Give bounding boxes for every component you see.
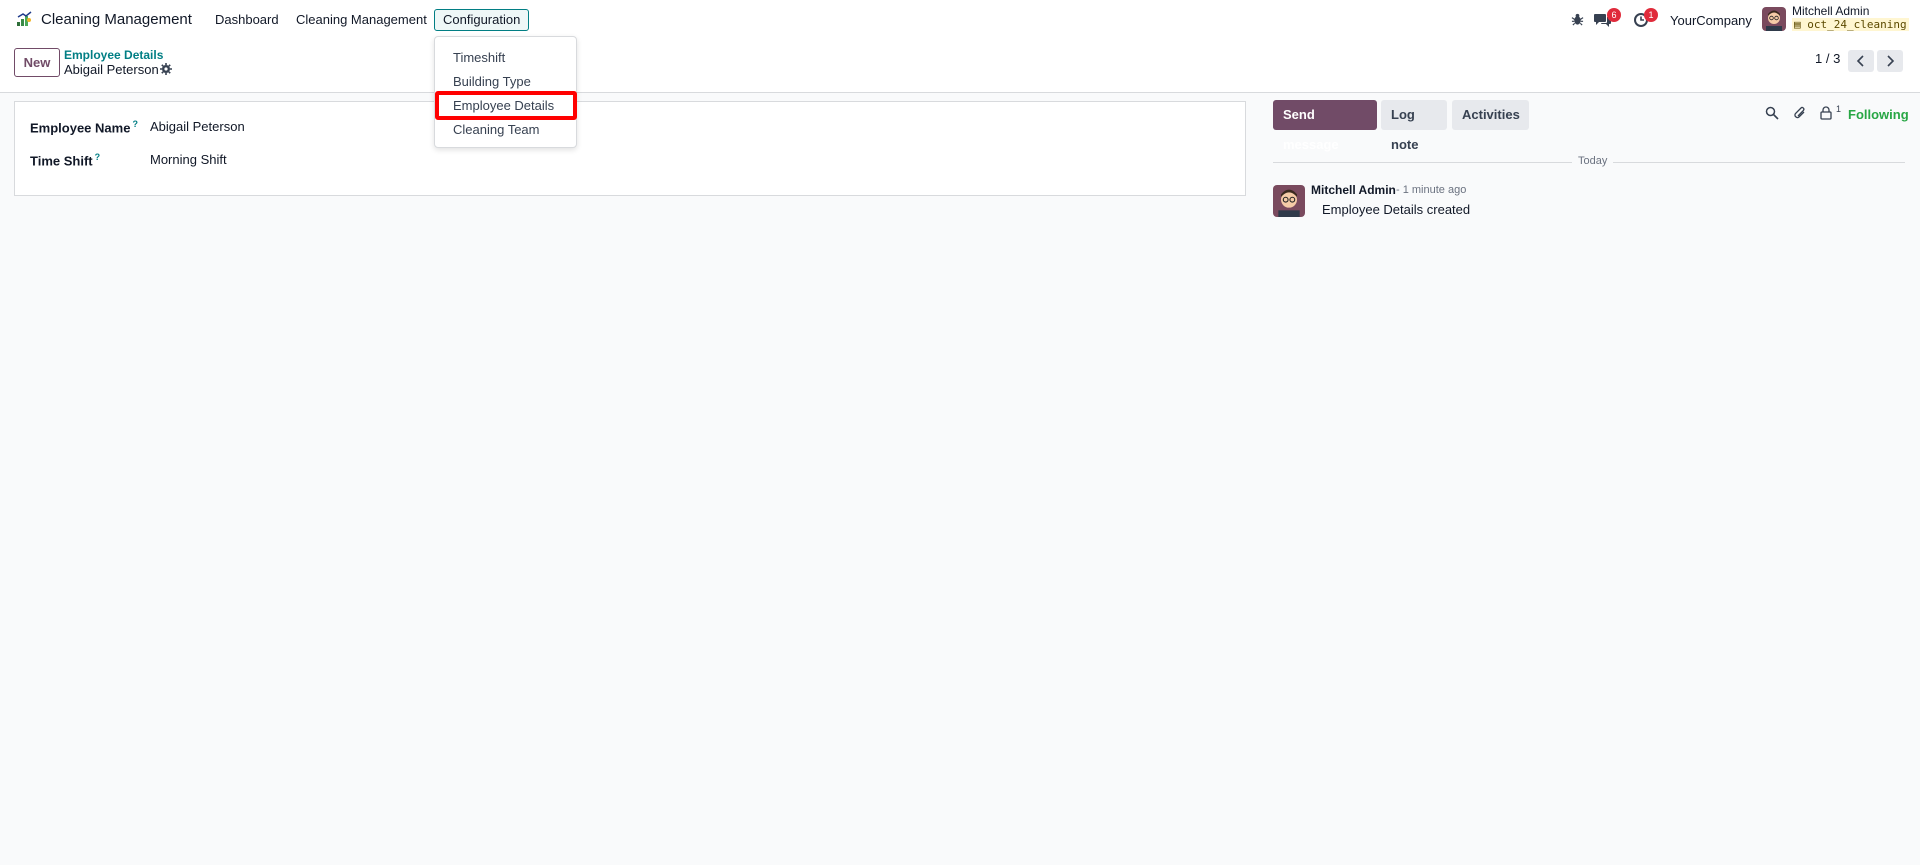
database-name: ▤ oct_24_cleaning <box>1792 18 1909 31</box>
dropdown-item-timeshift[interactable]: Timeshift <box>453 50 505 65</box>
time-shift-field[interactable]: Morning Shift <box>150 152 227 167</box>
chevron-left-icon <box>1856 55 1864 67</box>
new-button[interactable]: New <box>14 48 60 77</box>
control-panel: New Employee Details Abigail Peterson 1 … <box>0 40 1920 93</box>
activities-badge: 1 <box>1644 8 1658 22</box>
debug-bug-icon[interactable] <box>1571 13 1584 29</box>
followers-count: 1 <box>1836 104 1842 114</box>
paperclip-icon[interactable] <box>1793 106 1807 123</box>
employee-name-field[interactable]: Abigail Peterson <box>150 119 245 134</box>
user-avatar[interactable] <box>1762 7 1786 31</box>
dropdown-item-cleaning-team[interactable]: Cleaning Team <box>453 122 539 137</box>
user-name[interactable]: Mitchell Admin <box>1792 4 1869 18</box>
message-body: Employee Details created <box>1322 202 1471 217</box>
messages-badge: 6 <box>1607 8 1621 22</box>
message-author-avatar[interactable] <box>1273 185 1305 217</box>
chevron-right-icon <box>1887 55 1895 67</box>
following-toggle[interactable]: Following <box>1848 107 1909 122</box>
time-shift-label-text: Time Shift <box>30 153 93 169</box>
employee-name-label: Employee Name? <box>30 119 138 135</box>
employee-name-label-text: Employee Name <box>30 120 131 136</box>
form-sheet: Employee Name? Abigail Peterson Time Shi… <box>14 101 1246 196</box>
menu-dashboard[interactable]: Dashboard <box>206 9 288 31</box>
message-timestamp: - 1 minute ago <box>1396 184 1467 196</box>
log-note-button[interactable]: Log note <box>1381 100 1447 152</box>
company-switcher[interactable]: YourCompany <box>1670 13 1752 28</box>
database-icon: ▤ <box>1794 18 1801 31</box>
help-tooltip-icon[interactable]: ? <box>95 152 101 162</box>
database-label: oct_24_cleaning <box>1807 18 1907 31</box>
pager-next-button[interactable] <box>1877 50 1903 72</box>
app-home-icon[interactable] <box>16 11 32 27</box>
dropdown-item-building-type[interactable]: Building Type <box>453 74 531 89</box>
menu-cleaning-management[interactable]: Cleaning Management <box>287 9 436 31</box>
activities-button[interactable]: Activities <box>1452 100 1529 130</box>
pager-previous-button[interactable] <box>1848 50 1874 72</box>
help-tooltip-icon[interactable]: ? <box>132 119 138 129</box>
send-message-button[interactable]: Send message <box>1273 100 1377 152</box>
pager-value[interactable]: 1 / 3 <box>1815 51 1840 66</box>
highlight-box <box>435 91 577 120</box>
search-icon[interactable] <box>1765 106 1779 123</box>
date-separator: Today <box>1572 155 1614 167</box>
gear-icon[interactable] <box>160 63 172 78</box>
breadcrumb-current: Abigail Peterson <box>64 62 159 77</box>
followers-lock-icon[interactable] <box>1820 106 1832 123</box>
top-navbar: Cleaning Management Dashboard Cleaning M… <box>0 0 1920 40</box>
menu-configuration[interactable]: Configuration <box>434 9 530 31</box>
app-brand[interactable]: Cleaning Management <box>41 11 192 28</box>
breadcrumb-parent[interactable]: Employee Details <box>64 48 163 62</box>
message-author[interactable]: Mitchell Admin <box>1311 183 1396 197</box>
time-shift-label: Time Shift? <box>30 152 100 168</box>
